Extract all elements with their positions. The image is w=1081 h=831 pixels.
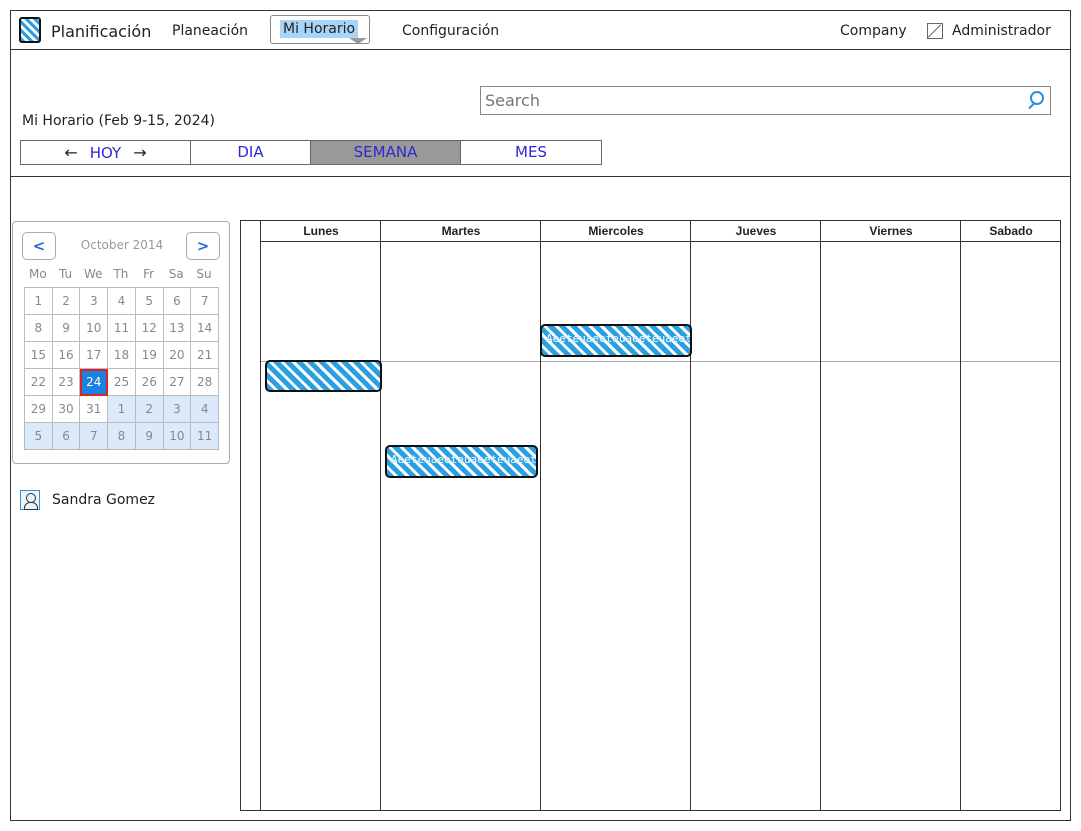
day-column-miercoles[interactable]: Miercoles [540, 221, 691, 810]
weekday-label: Th [113, 267, 129, 281]
day-column-jueves[interactable]: Jueves [690, 221, 821, 810]
day-header: Sabado [961, 221, 1061, 242]
view-tabs: ← HOY → DIA SEMANA MES [20, 140, 602, 165]
calendar-day[interactable]: 4 [191, 396, 219, 423]
calendar-day[interactable]: 22 [25, 369, 53, 396]
tab-week[interactable]: SEMANA [311, 141, 461, 164]
weekday-label: Sa [168, 267, 184, 281]
calendar-day[interactable]: 2 [52, 288, 81, 315]
event-label: Aeeteuaeeteuaeeteuaeeteu [391, 453, 536, 466]
weekday-label: Fr [143, 267, 155, 281]
event-label: Aeeteuaeeteuaeeteuaeeteu [546, 332, 690, 345]
prev-arrow-icon[interactable]: ← [64, 143, 77, 162]
search-box [480, 86, 1051, 115]
event-label [267, 362, 380, 374]
calendar-day[interactable]: 29 [25, 396, 53, 423]
calendar-day[interactable]: 5 [25, 423, 53, 450]
day-header: Martes [381, 221, 541, 242]
calendar-weekdays: Mo Tu We Th Fr Sa Su [24, 267, 218, 281]
calendar-day[interactable]: 6 [163, 288, 192, 315]
nav-mi-horario-label: Mi Horario [280, 20, 359, 38]
logo-icon [19, 17, 41, 43]
user-name: Sandra Gomez [52, 492, 156, 508]
company-link[interactable]: Company [840, 23, 907, 39]
calendar-day[interactable]: 6 [52, 423, 81, 450]
search-icon[interactable] [1030, 91, 1044, 105]
calendar-day[interactable]: 14 [191, 315, 219, 342]
day-header: Viernes [821, 221, 961, 242]
calendar-day[interactable]: 15 [25, 342, 53, 369]
weekday-label: Mo [28, 267, 47, 281]
week-grid: Lunes Martes Miercoles Jueves Viernes Sa… [240, 220, 1061, 811]
calendar-day[interactable]: 8 [108, 423, 136, 450]
tab-today-label: HOY [89, 144, 122, 162]
calendar-day[interactable]: 11 [191, 423, 219, 450]
calendar-day[interactable]: 10 [163, 423, 192, 450]
nav-configuracion[interactable]: Configuración [402, 23, 499, 39]
calendar-day[interactable]: 9 [52, 315, 81, 342]
calendar-day[interactable]: 9 [135, 423, 164, 450]
calendar-day[interactable]: 26 [135, 369, 164, 396]
calendar-day[interactable]: 1 [108, 396, 136, 423]
calendar-day[interactable]: 24 [80, 369, 109, 396]
day-column-lunes[interactable]: Lunes [260, 221, 381, 810]
calendar-day[interactable]: 21 [191, 342, 219, 369]
calendar-day[interactable]: 1 [25, 288, 53, 315]
weekday-label: We [83, 267, 103, 281]
calendar-day[interactable]: 23 [52, 369, 81, 396]
calendar-grid: 1 2 3 4 5 6 7 8 9 10 11 12 13 14 15 16 17 18 19 20 21 22 23 24 2… [24, 287, 219, 450]
calendar-day[interactable]: 13 [163, 315, 192, 342]
event-block[interactable]: Aeeteuaeeteuaeeteuaeeteu [540, 324, 692, 357]
calendar-day[interactable]: 30 [52, 396, 81, 423]
checkbox-icon[interactable] [927, 23, 943, 39]
calendar-day[interactable]: 7 [80, 423, 109, 450]
calendar-day[interactable]: 2 [135, 396, 164, 423]
page-title: Mi Horario (Feb 9-15, 2024) [22, 113, 215, 129]
calendar-day[interactable]: 25 [108, 369, 136, 396]
weekday-label: Tu [58, 267, 73, 281]
calendar-day[interactable]: 20 [163, 342, 192, 369]
day-column-viernes[interactable]: Viernes [820, 221, 961, 810]
weekday-label: Su [196, 267, 212, 281]
day-column-martes[interactable]: Martes [380, 221, 541, 810]
tab-day[interactable]: DIA [191, 141, 311, 164]
tab-month[interactable]: MES [461, 141, 601, 164]
top-bar: Planificación Planeación Mi Horario Conf… [10, 10, 1071, 50]
day-column-sabado[interactable]: Sabado [960, 221, 1061, 810]
calendar-day[interactable]: 3 [80, 288, 109, 315]
nav-planeacion[interactable]: Planeación [172, 23, 248, 39]
calendar-next-button[interactable]: > [186, 232, 220, 260]
calendar-day[interactable]: 11 [108, 315, 136, 342]
chevron-down-icon [349, 38, 367, 44]
event-block[interactable]: Aeeteuaeeteuaeeteuaeeteu [385, 445, 538, 478]
app-title: Planificación [51, 22, 152, 41]
calendar-day[interactable]: 18 [108, 342, 136, 369]
day-header: Miercoles [541, 221, 691, 242]
mini-calendar: < October 2014 > Mo Tu We Th Fr Sa Su 12… [12, 221, 230, 464]
calendar-day[interactable]: 31 [80, 396, 109, 423]
day-header: Jueves [691, 221, 821, 242]
next-arrow-icon[interactable]: → [133, 143, 146, 162]
calendar-day[interactable]: 5 [135, 288, 164, 315]
calendar-day[interactable]: 16 [52, 342, 81, 369]
day-header: Lunes [261, 221, 381, 242]
calendar-day[interactable]: 7 [191, 288, 219, 315]
admin-link[interactable]: Administrador [952, 23, 1051, 39]
tab-today[interactable]: ← HOY → [21, 141, 191, 164]
calendar-day[interactable]: 10 [80, 315, 109, 342]
calendar-day[interactable]: 4 [108, 288, 136, 315]
calendar-day[interactable]: 3 [163, 396, 192, 423]
calendar-day[interactable]: 12 [135, 315, 164, 342]
event-block[interactable] [265, 360, 382, 392]
nav-mi-horario[interactable]: Mi Horario [270, 15, 370, 44]
calendar-day[interactable]: 17 [80, 342, 109, 369]
calendar-day[interactable]: 28 [191, 369, 219, 396]
search-input[interactable] [481, 87, 989, 114]
calendar-day[interactable]: 8 [25, 315, 53, 342]
user-icon [20, 490, 40, 510]
calendar-day[interactable]: 27 [163, 369, 192, 396]
calendar-day[interactable]: 19 [135, 342, 164, 369]
divider [10, 176, 1071, 177]
